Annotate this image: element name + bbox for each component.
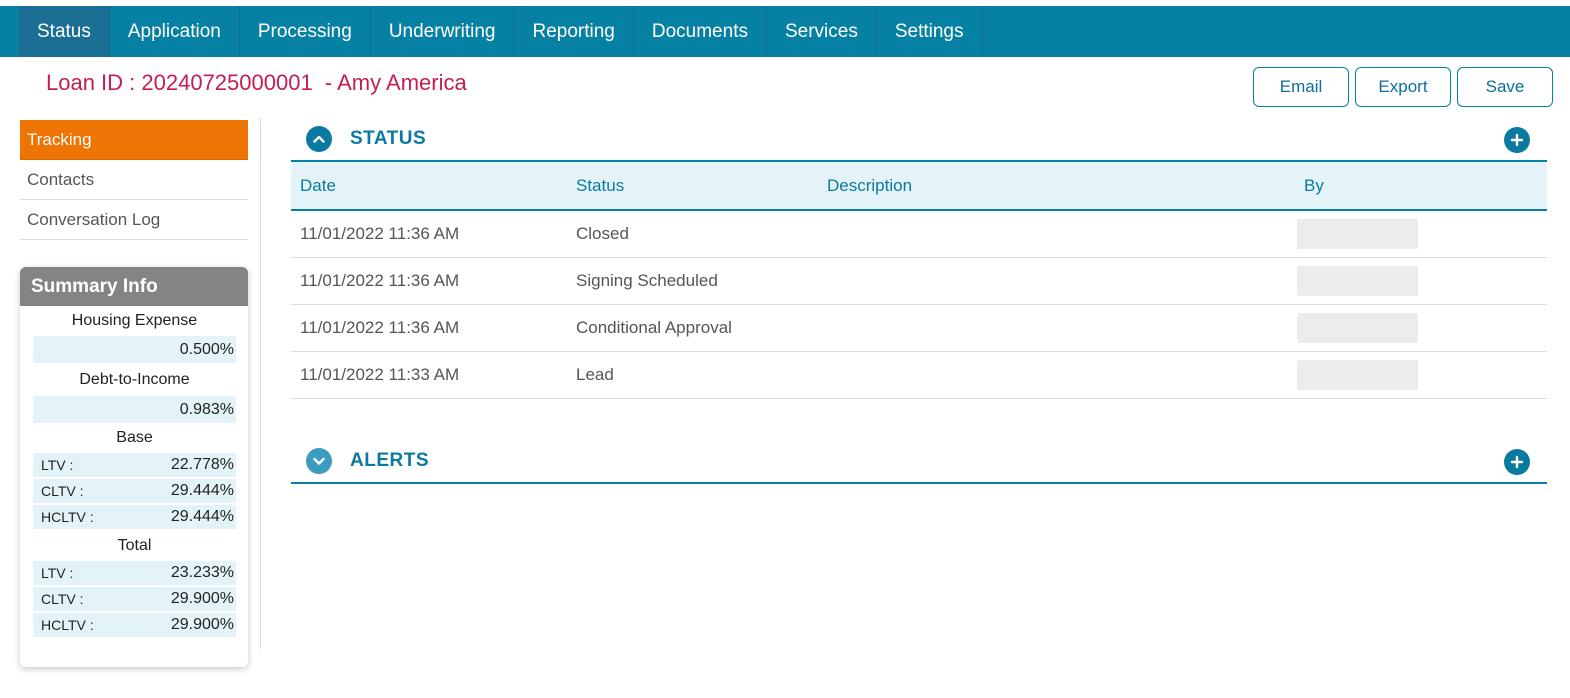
- action-toolbar: Email Export Save: [1253, 67, 1553, 107]
- table-row[interactable]: 11/01/2022 11:33 AM Lead: [291, 351, 1547, 399]
- base-hcltv-value: 29.444%: [170, 508, 234, 525]
- row-status: Signing Scheduled: [567, 257, 818, 305]
- total-hcltv-label: HCLTV :: [41, 617, 94, 633]
- row-description: [818, 257, 1295, 305]
- status-table-header: Date Status Description By: [291, 162, 1547, 210]
- total-hcltv-value: 29.900%: [170, 616, 234, 633]
- row-description: [818, 351, 1295, 399]
- summary-info-card: Summary Info Housing Expense 0.500% Debt…: [20, 267, 248, 667]
- row-description: [818, 210, 1295, 258]
- row-status: Conditional Approval: [567, 304, 818, 352]
- table-row[interactable]: 11/01/2022 11:36 AM Conditional Approval: [291, 304, 1547, 352]
- plus-icon: [1510, 455, 1524, 469]
- email-button[interactable]: Email: [1253, 67, 1349, 107]
- base-ltv-label: LTV :: [41, 457, 74, 473]
- side-menu: Tracking Contacts Conversation Log: [20, 120, 248, 240]
- row-date: 11/01/2022 11:33 AM: [291, 351, 567, 399]
- chevron-down-icon: [313, 457, 325, 465]
- row-by: [1295, 210, 1547, 258]
- plus-icon: [1510, 133, 1524, 147]
- column-header-status[interactable]: Status: [567, 162, 818, 210]
- base-label: Base: [116, 429, 153, 446]
- total-label: Total: [117, 537, 152, 554]
- column-header-date[interactable]: Date: [291, 162, 567, 210]
- tab-processing[interactable]: Processing: [240, 6, 371, 57]
- row-status: Lead: [567, 351, 818, 399]
- redacted-user: [1297, 218, 1418, 249]
- base-ltv-value: 22.778%: [170, 456, 234, 473]
- redacted-user: [1297, 312, 1418, 343]
- total-ltv-label: LTV :: [41, 565, 74, 581]
- redacted-user: [1297, 359, 1418, 390]
- collapse-status-button[interactable]: [306, 126, 332, 152]
- tab-status[interactable]: Status: [19, 6, 110, 57]
- save-button[interactable]: Save: [1457, 67, 1553, 107]
- export-button[interactable]: Export: [1355, 67, 1451, 107]
- redacted-user: [1297, 265, 1418, 296]
- base-ltv-row: LTV : 22.778%: [33, 453, 236, 477]
- status-table: Date Status Description By 11/01/2022 11…: [291, 162, 1547, 399]
- top-nav: Status Application Processing Underwriti…: [0, 6, 1570, 57]
- column-header-by[interactable]: By: [1295, 162, 1547, 210]
- add-alert-button[interactable]: [1504, 449, 1530, 475]
- base-cltv-row: CLTV : 29.444%: [33, 479, 236, 503]
- status-panel-header: STATUS: [291, 118, 1547, 162]
- row-by: [1295, 351, 1547, 399]
- tab-settings[interactable]: Settings: [877, 6, 983, 57]
- housing-expense-value: 0.500%: [33, 336, 236, 363]
- total-ltv-row: LTV : 23.233%: [33, 561, 236, 585]
- alerts-panel-header: ALERTS: [291, 440, 1547, 484]
- row-date: 11/01/2022 11:36 AM: [291, 257, 567, 305]
- sidebar-item-conversation-log[interactable]: Conversation Log: [20, 200, 248, 240]
- alerts-panel: ALERTS: [291, 440, 1547, 484]
- total-cltv-label: CLTV :: [41, 591, 84, 607]
- tab-services[interactable]: Services: [767, 6, 877, 57]
- tab-underwriting[interactable]: Underwriting: [371, 6, 515, 57]
- expand-alerts-button[interactable]: [306, 448, 332, 474]
- table-row[interactable]: 11/01/2022 11:36 AM Signing Scheduled: [291, 257, 1547, 305]
- row-by: [1295, 257, 1547, 305]
- base-hcltv-row: HCLTV : 29.444%: [33, 505, 236, 529]
- total-cltv-row: CLTV : 29.900%: [33, 587, 236, 611]
- table-row[interactable]: 11/01/2022 11:36 AM Closed: [291, 210, 1547, 258]
- status-panel-title: STATUS: [350, 128, 427, 149]
- dti-label: Debt-to-Income: [79, 371, 190, 388]
- page-title: Loan ID : 20240725000001 - Amy America: [46, 70, 467, 95]
- add-status-button[interactable]: [1504, 127, 1530, 153]
- tab-application[interactable]: Application: [110, 6, 240, 57]
- base-cltv-value: 29.444%: [170, 482, 234, 499]
- row-date: 11/01/2022 11:36 AM: [291, 210, 567, 258]
- base-cltv-label: CLTV :: [41, 483, 84, 499]
- status-panel: STATUS Date Status Description By 11/01/…: [291, 118, 1547, 399]
- sidebar-item-contacts[interactable]: Contacts: [20, 160, 248, 200]
- vertical-divider: [260, 118, 261, 649]
- base-hcltv-label: HCLTV :: [41, 509, 94, 525]
- housing-expense-label: Housing Expense: [71, 312, 198, 329]
- row-date: 11/01/2022 11:36 AM: [291, 304, 567, 352]
- sidebar-item-tracking[interactable]: Tracking: [20, 120, 248, 160]
- row-status: Closed: [567, 210, 818, 258]
- summary-info-title: Summary Info: [20, 267, 248, 306]
- chevron-up-icon: [313, 135, 325, 143]
- total-cltv-value: 29.900%: [170, 590, 234, 607]
- column-header-description[interactable]: Description: [818, 162, 1295, 210]
- total-ltv-value: 23.233%: [170, 564, 234, 581]
- tab-reporting[interactable]: Reporting: [514, 6, 634, 57]
- alerts-panel-title: ALERTS: [350, 450, 429, 471]
- row-description: [818, 304, 1295, 352]
- row-by: [1295, 304, 1547, 352]
- tab-documents[interactable]: Documents: [634, 6, 767, 57]
- dti-value: 0.983%: [33, 396, 236, 423]
- total-hcltv-row: HCLTV : 29.900%: [33, 613, 236, 637]
